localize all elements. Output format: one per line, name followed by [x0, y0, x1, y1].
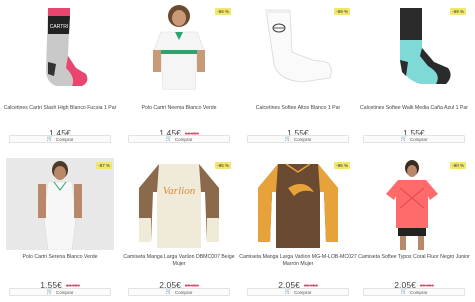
product-image[interactable]: -56 % — [125, 4, 233, 90]
polo-white-green-icon — [152, 5, 206, 90]
buy-button-label: Comprar — [55, 136, 74, 142]
product-image[interactable]: -95 % — [244, 158, 352, 250]
tank-top-white-icon — [38, 161, 82, 250]
buy-button-label: Comprar — [409, 289, 428, 295]
product-name[interactable]: Calcetines Softee Altos Blanco 1 Par — [239, 105, 357, 112]
buy-button-label: Comprar — [293, 289, 312, 295]
product-image[interactable]: CARTRI — [6, 4, 114, 90]
buy-button-label: Comprar — [409, 136, 428, 142]
product-image[interactable]: -87 % — [6, 158, 114, 250]
product-image[interactable]: -69 % — [244, 4, 352, 90]
sock-white-icon — [265, 9, 332, 83]
product-name[interactable]: Calcetines Softee Walk Media Caña Azul 1… — [355, 105, 473, 112]
product-name[interactable]: Camiseta Manga Larga Varlion MG-M-LOB-MC… — [239, 254, 357, 268]
longsleeve-brown-icon — [258, 163, 338, 248]
tshirt-coral-icon — [386, 160, 438, 250]
cart-icon: 🛒 — [400, 288, 407, 295]
buy-button[interactable]: 🛒 Comprar — [363, 288, 465, 296]
product-name[interactable]: Camiseta Manga Larga Varlion DBMC007 Bei… — [120, 254, 238, 268]
product-name[interactable]: Calcetines Cartri Slash High Blanco Fucs… — [1, 105, 119, 112]
buy-button[interactable]: 🛒 Comprar — [247, 135, 349, 143]
product-name[interactable]: Camiseta Softee Typos Coral Fluor Negro … — [355, 254, 473, 261]
buy-button[interactable]: 🛒 Comprar — [9, 288, 111, 296]
buy-button[interactable]: 🛒 Comprar — [128, 288, 230, 296]
discount-badge: -95 % — [334, 162, 350, 169]
discount-badge: -69 % — [334, 8, 350, 15]
buy-button[interactable]: 🛒 Comprar — [363, 135, 465, 143]
discount-badge: -87 % — [96, 162, 112, 169]
product-name[interactable]: Polo Cartri Neema Blanco Verde — [120, 105, 238, 112]
product-image[interactable]: Varlion -95 % — [125, 158, 233, 250]
discount-badge: -56 % — [215, 8, 231, 15]
buy-button[interactable]: 🛒 Comprar — [128, 135, 230, 143]
buy-button[interactable]: 🛒 Comprar — [247, 288, 349, 296]
cart-icon: 🛒 — [46, 135, 53, 142]
svg-text:CARTRI: CARTRI — [50, 24, 69, 30]
buy-button-label: Comprar — [55, 289, 74, 295]
cart-icon: 🛒 — [400, 135, 407, 142]
product-image[interactable]: -90 % — [360, 158, 468, 250]
sock-grey-pink-icon: CARTRI — [46, 8, 88, 86]
buy-button-label: Comprar — [293, 136, 312, 142]
product-grid: CARTRI Calcetines Cartri Slash High Blan… — [0, 0, 475, 302]
discount-badge: -69 % — [450, 8, 466, 15]
discount-badge: -95 % — [215, 162, 231, 169]
discount-badge: -90 % — [450, 162, 466, 169]
cart-icon: 🛒 — [165, 288, 172, 295]
cart-icon: 🛒 — [46, 288, 53, 295]
product-name[interactable]: Polo Cartri Serena Blanco Verde — [1, 254, 119, 261]
cart-icon: 🛒 — [284, 135, 291, 142]
sock-aqua-black-icon — [400, 8, 451, 84]
svg-text:Varlion: Varlion — [163, 185, 196, 197]
buy-button[interactable]: 🛒 Comprar — [9, 135, 111, 143]
product-image[interactable]: -69 % — [360, 4, 468, 90]
cart-icon: 🛒 — [284, 288, 291, 295]
buy-button-label: Comprar — [174, 136, 193, 142]
longsleeve-beige-icon: Varlion — [139, 164, 219, 248]
cart-icon: 🛒 — [165, 135, 172, 142]
buy-button-label: Comprar — [174, 289, 193, 295]
